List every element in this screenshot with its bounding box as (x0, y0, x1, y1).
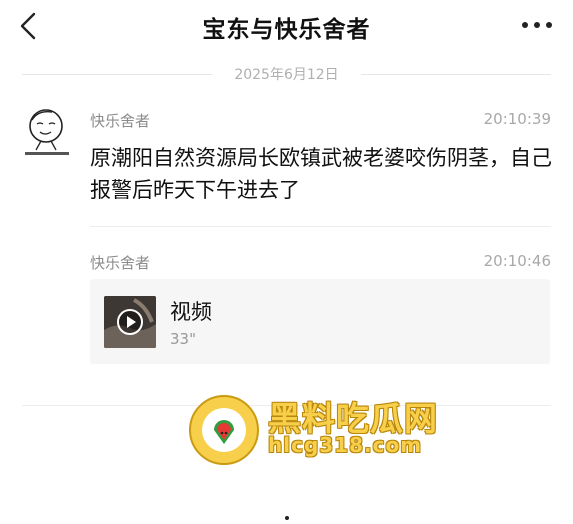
chat-header: 宝东与快乐舍者 (0, 0, 573, 52)
more-button[interactable] (519, 15, 555, 35)
thumbnail-image (104, 296, 156, 348)
chat-title: 宝东与快乐舍者 (202, 17, 371, 43)
watermark-logo-icon (189, 395, 259, 465)
message-text[interactable]: 原潮阳自然资源局长欧镇武被老婆咬伤阴茎，自己报警后昨天下午进去了 (90, 142, 552, 206)
sender-name: 快乐舍者 (90, 254, 151, 272)
video-title: 视频 (170, 300, 212, 324)
more-dots-icon (522, 22, 552, 28)
avatar-sketch-icon (25, 109, 69, 155)
watermark: 黑料吃瓜网 hlcg318.com (186, 390, 456, 470)
watermark-url: hlcg318.com (268, 433, 423, 457)
sender-name: 快乐舍者 (90, 112, 151, 130)
message-separator (90, 226, 551, 227)
video-duration: 33" (170, 330, 196, 348)
date-line-right (361, 74, 551, 75)
date-divider: 2025年6月12日 (0, 64, 573, 86)
video-thumbnail[interactable] (104, 296, 156, 348)
avatar[interactable] (22, 104, 72, 162)
message-time: 20:10:39 (483, 110, 551, 128)
page-indicator-dot (285, 516, 289, 520)
video-message-card[interactable]: 视频 33" (90, 279, 550, 364)
message-time: 20:10:46 (483, 252, 551, 270)
